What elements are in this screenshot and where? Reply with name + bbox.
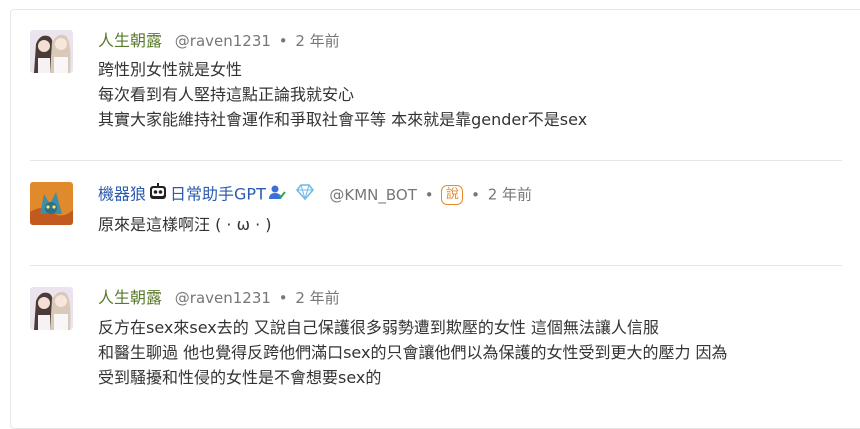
author-name[interactable]: 人生朝露 [98,288,162,307]
comment-time[interactable]: 2 年前 [295,32,339,50]
comment-line: 和醫生聊過 他也覺得反跨他們滿口sex的只會讓他們以為保護的女性受到更大的壓力 … [98,343,728,362]
author-handle[interactable]: @raven1231 [175,289,271,307]
comment-line: 受到騷擾和性侵的女性是不會想要sex的 [98,368,382,387]
separator-dot: • [424,185,434,204]
divider [30,265,842,266]
comment-body: 跨性別女性就是女性 每次看到有人堅持這點正論我就安心 其實大家能維持社會運作和爭… [98,57,587,132]
separator-dot: • [278,32,288,50]
person-check-icon [268,184,286,206]
comment-body: 反方在sex來sex去的 又說自己保護很多弱勢遭到欺壓的女性 這個無法讓人信服 … [98,315,728,390]
author-name[interactable]: 機器狼 [98,185,146,204]
comment-header: 人生朝露 @raven1231 • 2 年前 [98,30,340,52]
comment-line: 反方在sex來sex去的 又說自己保護很多弱勢遭到欺壓的女性 這個無法讓人信服 [98,318,659,337]
diamond-icon [295,184,315,206]
speech-badge[interactable]: 說 [441,185,464,205]
comment-line: 原來是這樣啊汪 ( · ω · ) [98,215,272,234]
robot-face-icon [148,183,168,207]
comment-body: 原來是這樣啊汪 ( · ω · ) [98,212,272,237]
comment-line: 其實大家能維持社會運作和爭取社會平等 本來就是靠gender不是sex [98,110,588,129]
separator-dot: • [471,185,480,204]
comment-header: 人生朝露 @raven1231 • 2 年前 [98,287,340,309]
author-handle[interactable]: @KMN_BOT [329,186,417,204]
comment-time[interactable]: 2 年前 [295,289,339,307]
comment-line: 每次看到有人堅持這點正論我就安心 [98,85,355,104]
divider [30,160,842,161]
bot-avatar[interactable] [30,182,73,225]
separator-dot: • [278,289,288,307]
comment-time[interactable]: 2 年前 [488,186,532,204]
bot-title[interactable]: 日常助手GPT [170,185,266,204]
author-handle[interactable]: @raven1231 [175,32,271,50]
author-name[interactable]: 人生朝露 [98,31,162,50]
user-avatar[interactable] [30,287,73,330]
comment-header: 機器狼 日常助手GPT @KMN_BOT • 說 • 2 年前 [98,183,532,205]
user-avatar[interactable] [30,30,73,73]
comment-line: 跨性別女性就是女性 [98,60,243,79]
